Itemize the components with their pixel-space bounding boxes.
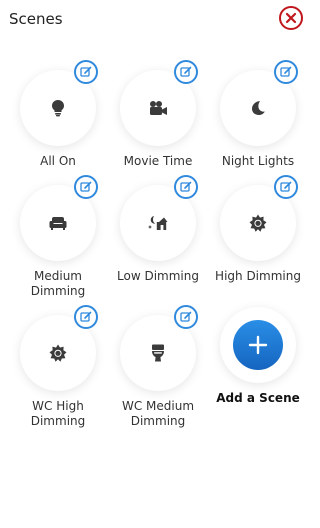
edit-scene-button[interactable] (274, 175, 298, 199)
scene-label: High Dimming (215, 269, 301, 283)
edit-scene-button[interactable] (74, 60, 98, 84)
toilet-icon (152, 344, 164, 362)
edit-scene-button[interactable] (174, 175, 198, 199)
edit-icon (280, 66, 292, 77)
edit-icon (80, 311, 92, 322)
edit-icon (80, 66, 92, 77)
add-scene-label: Add a Scene (216, 391, 300, 405)
edit-icon (80, 181, 92, 192)
armchair-icon (49, 217, 67, 230)
edit-icon (180, 181, 192, 192)
video-camera-icon (150, 101, 167, 115)
plus-icon (248, 335, 268, 355)
add-scene-inner[interactable] (233, 320, 283, 370)
edit-icon (180, 311, 192, 322)
scene-label: WC Medium Dimming (121, 399, 195, 428)
scene-label: All On (40, 154, 76, 168)
edit-scene-button[interactable] (74, 175, 98, 199)
lightbulb-icon (52, 100, 64, 117)
edit-icon (280, 181, 292, 192)
moon-icon (252, 101, 265, 115)
edit-scene-button[interactable] (174, 60, 198, 84)
scene-label: Movie Time (123, 154, 193, 168)
night-home-icon (148, 216, 168, 230)
add-scene-button[interactable] (220, 307, 296, 383)
scene-label: WC High Dimming (30, 399, 86, 428)
edit-scene-button[interactable] (274, 60, 298, 84)
scene-label: Night Lights (221, 154, 295, 168)
scenes-grid: All On Movie Time Night Lights Medium Di… (0, 0, 316, 528)
edit-scene-button[interactable] (174, 305, 198, 329)
edit-icon (180, 66, 192, 77)
edit-scene-button[interactable] (74, 305, 98, 329)
scene-label: Low Dimming (117, 269, 199, 283)
sun-icon (49, 344, 67, 362)
sun-icon (249, 214, 267, 232)
scene-label: Medium Dimming (30, 269, 86, 298)
